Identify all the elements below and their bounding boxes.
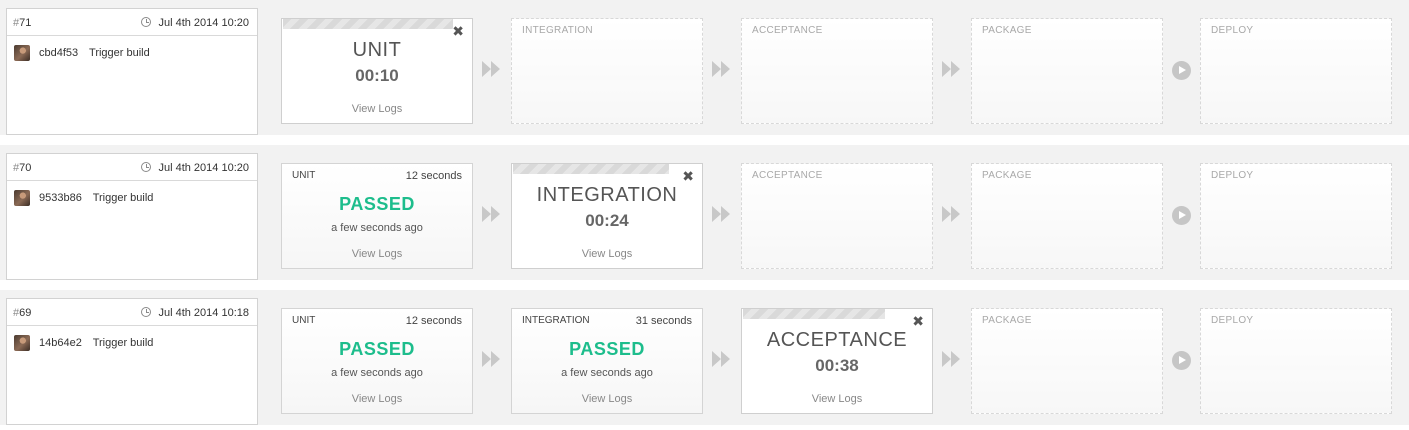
stage-name: UNIT (292, 170, 316, 181)
close-icon[interactable]: ✖ (452, 24, 464, 38)
stage-deploy: DEPLOY (1200, 163, 1392, 269)
commit-message: Trigger build (92, 337, 154, 349)
build-header: #70 Jul 4th 2014 10:20 (7, 154, 257, 181)
play-icon[interactable] (1172, 351, 1191, 370)
build-number[interactable]: #70 (13, 162, 31, 174)
stage-name: DEPLOY (1211, 315, 1254, 326)
double-arrow-icon (942, 206, 962, 224)
stage-package: PACKAGE (971, 18, 1163, 124)
clock-icon (141, 17, 151, 27)
double-arrow-icon (942, 61, 962, 79)
stage-deploy: DEPLOY (1200, 308, 1392, 414)
status-badge: PASSED (339, 339, 415, 359)
build-number[interactable]: #69 (13, 307, 31, 319)
clock-icon (141, 162, 151, 172)
commit-sha[interactable]: 14b64e2 (39, 337, 82, 349)
play-icon[interactable] (1172, 206, 1191, 225)
build-row: #69 Jul 4th 2014 10:18 14b64e2 Trigger b… (0, 290, 1409, 425)
stage-timer: 00:24 (585, 211, 629, 230)
stage-unit[interactable]: ✖ UNIT 00:10 View Logs (281, 18, 473, 124)
view-logs-link[interactable]: View Logs (282, 393, 472, 405)
build-card[interactable]: #69 Jul 4th 2014 10:18 14b64e2 Trigger b… (6, 298, 258, 425)
stage-name: INTEGRATION (536, 184, 678, 206)
build-card[interactable]: #70 Jul 4th 2014 10:20 9533b86 Trigger b… (6, 153, 258, 280)
stage-time-ago: a few seconds ago (561, 367, 653, 379)
stage-name: PACKAGE (982, 170, 1032, 181)
stage-timer: 00:10 (355, 66, 399, 85)
commit-info: 14b64e2 Trigger build (7, 326, 257, 366)
stage-name: UNIT (352, 39, 402, 61)
view-logs-link[interactable]: View Logs (742, 393, 932, 405)
stage-time-ago: a few seconds ago (331, 367, 423, 379)
stage-acceptance: ACCEPTANCE (741, 18, 933, 124)
build-header: #71 Jul 4th 2014 10:20 (7, 9, 257, 36)
double-arrow-icon (482, 61, 502, 79)
build-number[interactable]: #71 (13, 17, 31, 29)
clock-icon (141, 307, 151, 317)
view-logs-link[interactable]: View Logs (282, 103, 472, 115)
build-row: #71 Jul 4th 2014 10:20 cbd4f53 Trigger b… (0, 0, 1409, 135)
stage-name: ACCEPTANCE (766, 329, 908, 351)
double-arrow-icon (712, 206, 732, 224)
status-badge: PASSED (339, 194, 415, 214)
stage-name: ACCEPTANCE (752, 25, 823, 36)
commit-sha[interactable]: cbd4f53 (39, 47, 78, 59)
double-arrow-icon (482, 206, 502, 224)
progress-bar (743, 309, 885, 319)
stage-duration: 12 seconds (405, 170, 462, 182)
commit-message: Trigger build (92, 192, 154, 204)
avatar (14, 45, 30, 61)
commit-sha[interactable]: 9533b86 (39, 192, 82, 204)
stage-timer: 00:38 (815, 356, 859, 375)
double-arrow-icon (482, 351, 502, 369)
stage-unit[interactable]: UNIT 12 seconds PASSED a few seconds ago… (281, 163, 473, 269)
close-icon[interactable]: ✖ (912, 314, 924, 328)
stage-duration: 31 seconds (635, 315, 692, 327)
stage-name: PACKAGE (982, 315, 1032, 326)
progress-bar (283, 19, 453, 29)
stage-deploy: DEPLOY (1200, 18, 1392, 124)
double-arrow-icon (712, 61, 732, 79)
view-logs-link[interactable]: View Logs (512, 393, 702, 405)
play-icon[interactable] (1172, 61, 1191, 80)
stage-name: UNIT (292, 315, 316, 326)
double-arrow-icon (712, 351, 732, 369)
build-date: Jul 4th 2014 10:20 (158, 162, 249, 174)
stage-name: DEPLOY (1211, 170, 1254, 181)
build-row: #70 Jul 4th 2014 10:20 9533b86 Trigger b… (0, 145, 1409, 280)
double-arrow-icon (942, 351, 962, 369)
build-date: Jul 4th 2014 10:18 (158, 307, 249, 319)
avatar (14, 335, 30, 351)
stage-acceptance: ACCEPTANCE (741, 163, 933, 269)
build-header: #69 Jul 4th 2014 10:18 (7, 299, 257, 326)
stage-name: INTEGRATION (522, 315, 590, 326)
stage-name: PACKAGE (982, 25, 1032, 36)
stage-name: DEPLOY (1211, 25, 1254, 36)
stage-unit[interactable]: UNIT 12 seconds PASSED a few seconds ago… (281, 308, 473, 414)
stage-integration: INTEGRATION (511, 18, 703, 124)
stage-name: INTEGRATION (522, 25, 593, 36)
build-date: Jul 4th 2014 10:20 (158, 17, 249, 29)
avatar (14, 190, 30, 206)
commit-info: cbd4f53 Trigger build (7, 36, 257, 76)
stage-name: ACCEPTANCE (752, 170, 823, 181)
stage-package: PACKAGE (971, 163, 1163, 269)
progress-bar (513, 164, 669, 174)
build-card[interactable]: #71 Jul 4th 2014 10:20 cbd4f53 Trigger b… (6, 8, 258, 135)
stage-time-ago: a few seconds ago (331, 222, 423, 234)
close-icon[interactable]: ✖ (682, 169, 694, 183)
stage-integration[interactable]: ✖ INTEGRATION 00:24 View Logs (511, 163, 703, 269)
stage-integration[interactable]: INTEGRATION 31 seconds PASSED a few seco… (511, 308, 703, 414)
view-logs-link[interactable]: View Logs (512, 248, 702, 260)
view-logs-link[interactable]: View Logs (282, 248, 472, 260)
status-badge: PASSED (569, 339, 645, 359)
commit-message: Trigger build (89, 47, 150, 59)
stage-duration: 12 seconds (405, 315, 462, 327)
stage-acceptance[interactable]: ✖ ACCEPTANCE 00:38 View Logs (741, 308, 933, 414)
stage-package: PACKAGE (971, 308, 1163, 414)
commit-info: 9533b86 Trigger build (7, 181, 257, 221)
